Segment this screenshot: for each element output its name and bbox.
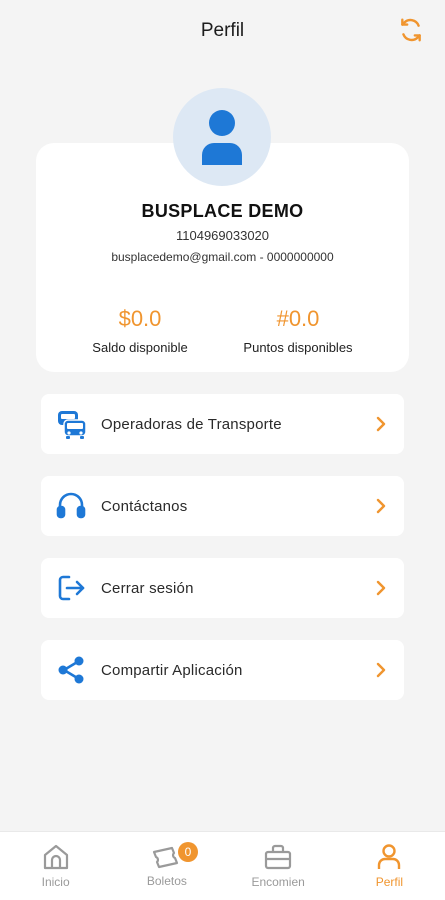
page-title: Perfil [200,20,245,41]
balance-stat: $0.0 Saldo disponible [55,306,225,355]
tab-boletos[interactable]: 0 Boletos [111,832,222,900]
menu-item-label: Cerrar sesión [101,579,194,597]
headset-icon [53,488,89,524]
menu-item-contact[interactable]: Contáctanos [41,476,404,536]
menu-item-share[interactable]: Compartir Aplicación [41,640,404,700]
refresh-button[interactable] [397,16,425,44]
refresh-icon [401,18,421,42]
avatar [173,88,271,186]
tab-label: Inicio [41,875,70,889]
points-stat: #0.0 Puntos disponibles [213,306,383,355]
app-header: Perfil [0,0,445,62]
menu-item-label: Contáctanos [101,497,188,515]
menu-item-logout[interactable]: Cerrar sesión [41,558,404,618]
tab-label: Encomien [251,875,305,889]
home-icon [43,844,68,870]
points-label: Puntos disponibles [243,340,353,355]
balance-label: Saldo disponible [92,340,188,355]
user-name: BUSPLACE DEMO [141,201,304,221]
tab-perfil[interactable]: Perfil [334,832,445,900]
tab-label: Perfil [375,875,404,889]
menu-item-label: Operadoras de Transporte [101,415,282,433]
bottom-tab-bar: Inicio 0 Boletos Encomien Perfil [0,831,445,900]
chevron-right-icon [376,662,386,678]
points-value: #0.0 [276,306,320,331]
tickets-badge: 0 [178,842,198,862]
tab-label: Boletos [146,874,187,888]
briefcase-icon [265,844,292,870]
user-avatar-icon [202,110,242,165]
logout-icon [53,570,89,606]
bus-icon [53,406,89,442]
user-contact: busplacedemo@gmail.com - 0000000000 [111,250,334,264]
user-id-number: 1104969033020 [175,228,270,243]
chevron-right-icon [376,416,386,432]
balance-value: $0.0 [118,306,162,331]
menu-item-label: Compartir Aplicación [101,661,243,679]
share-icon [53,652,89,688]
menu-item-operators[interactable]: Operadoras de Transporte [41,394,404,454]
tab-encomiendas[interactable]: Encomien [223,832,334,900]
tab-inicio[interactable]: Inicio [0,832,111,900]
user-icon [378,844,401,869]
chevron-right-icon [376,580,386,596]
chevron-right-icon [376,498,386,514]
